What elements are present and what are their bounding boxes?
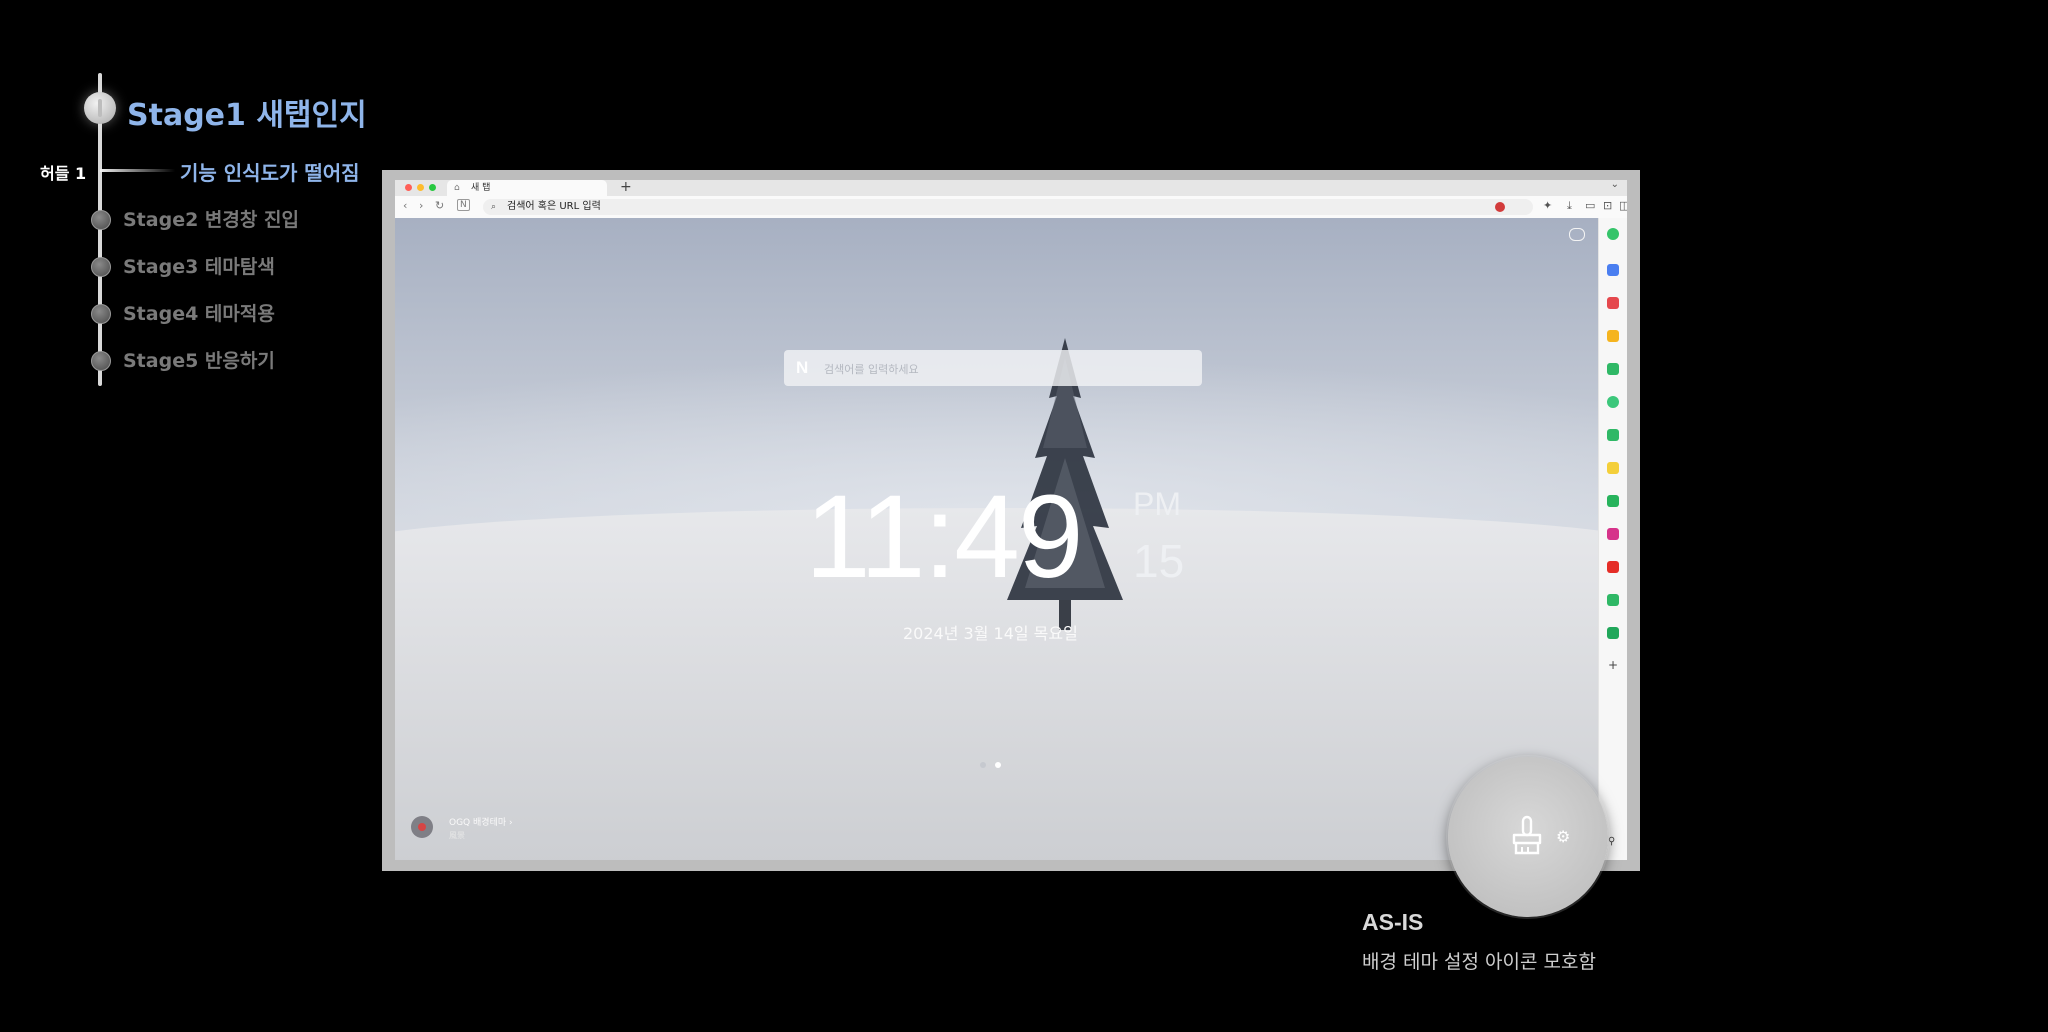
clock-ampm: PM: [1133, 486, 1181, 522]
stage2-marker-icon: [91, 210, 111, 230]
maximize-window-icon[interactable]: [429, 184, 436, 191]
translate-icon[interactable]: [1607, 363, 1619, 375]
stage2-label: Stage2 변경창 진입: [123, 209, 299, 231]
asis-description: 배경 테마 설정 아이콘 모호함: [1362, 951, 1596, 973]
green-circle-icon[interactable]: [1607, 228, 1619, 240]
sidebar: + ⚲: [1598, 218, 1627, 860]
youtube-icon[interactable]: [1607, 561, 1619, 573]
page-dot[interactable]: [980, 762, 986, 768]
play-circle-icon[interactable]: [1607, 396, 1619, 408]
address-placeholder: 검색어 혹은 URL 입력: [507, 201, 601, 212]
page-indicator: [980, 753, 1005, 772]
game-icon[interactable]: [1607, 594, 1619, 606]
page-dot-active[interactable]: [995, 762, 1002, 768]
whale-icon[interactable]: [1607, 627, 1619, 639]
theme-credit-subtitle: 風景: [449, 831, 465, 840]
theme-settings-magnifier: ⚙: [1448, 757, 1608, 917]
stage4-marker-icon: [91, 304, 111, 324]
hurdle-description: 기능 인식도가 떨어짐: [180, 161, 360, 185]
star-icon[interactable]: [1607, 330, 1619, 342]
stage5-marker-icon: [91, 351, 111, 371]
translate-toolbar-icon[interactable]: ✦: [1543, 199, 1552, 212]
forward-icon[interactable]: ›: [419, 199, 423, 212]
blue-app-icon[interactable]: [1607, 264, 1619, 276]
naver-logo-icon: N: [796, 358, 809, 377]
stage4-label: Stage4 테마적용: [123, 303, 275, 325]
new-tab-page-icon: ⌂: [454, 183, 460, 193]
browser-window: ⌂ 새 탭 + ⌄ ‹ › ↻ N ⌕ 검색어 혹은 URL 입력 ✦ ⤓ ▭ …: [395, 180, 1627, 860]
theme-credit-title[interactable]: OGQ 배경테마 ›: [449, 815, 513, 828]
extension-icon[interactable]: [1495, 202, 1505, 212]
address-bar[interactable]: ⌕ 검색어 혹은 URL 입력: [483, 199, 1533, 215]
gear-icon[interactable]: ⚙: [1556, 827, 1570, 846]
theme-author-avatar[interactable]: [411, 816, 433, 838]
theme-brush-icon[interactable]: [1510, 815, 1544, 857]
download-icon[interactable]: ⤓: [1567, 199, 1572, 213]
add-sidebar-item-icon[interactable]: +: [1608, 658, 1618, 672]
clock-date: 2024년 3월 14일 목요일: [903, 624, 1078, 643]
naver-home-icon[interactable]: N: [457, 199, 470, 211]
stage1-title: Stage1 새탭인지: [127, 98, 367, 133]
asis-title: AS-IS: [1362, 909, 1424, 935]
tab-list-chevron-icon[interactable]: ⌄: [1611, 180, 1619, 190]
hurdle-label: 허들 1: [40, 164, 87, 183]
tab-new-tab[interactable]: ⌂ 새 탭: [447, 180, 607, 196]
play-store-icon[interactable]: [1607, 495, 1619, 507]
pin-icon[interactable]: ⚲: [1608, 836, 1615, 847]
stage3-label: Stage3 테마탐색: [123, 256, 275, 278]
toolbar: ‹ › ↻ N ⌕ 검색어 혹은 URL 입력 ✦ ⤓ ▭ ⊡ ◫: [395, 196, 1627, 219]
search-icon: ⌕: [491, 202, 497, 212]
tab-title: 새 탭: [471, 183, 491, 193]
calendar-icon[interactable]: [1607, 429, 1619, 441]
stage3-marker-icon: [91, 257, 111, 277]
tab-icon[interactable]: ▭: [1585, 199, 1595, 212]
clock-time: 11:49: [805, 471, 1084, 603]
note-icon[interactable]: [1607, 462, 1619, 474]
new-tab-page: N 검색어를 입력하세요 11:49 PM 15 2024년 3월 14일 목요…: [395, 218, 1627, 860]
pocket-icon[interactable]: [1607, 297, 1619, 309]
instagram-icon[interactable]: [1607, 528, 1619, 540]
search-box[interactable]: N 검색어를 입력하세요: [784, 350, 1202, 386]
minimize-window-icon[interactable]: [417, 184, 424, 191]
split-view-icon[interactable]: ◫: [1619, 199, 1627, 212]
close-window-icon[interactable]: [405, 184, 412, 191]
stage5-label: Stage5 반응하기: [123, 350, 275, 372]
search-placeholder: 검색어를 입력하세요: [824, 363, 919, 376]
chat-icon[interactable]: [1569, 228, 1585, 241]
back-icon[interactable]: ‹: [403, 199, 407, 212]
browser-screenshot: ⌂ 새 탭 + ⌄ ‹ › ↻ N ⌕ 검색어 혹은 URL 입력 ✦ ⤓ ▭ …: [382, 170, 1640, 871]
reload-icon[interactable]: ↻: [435, 199, 444, 212]
tab-bar: ⌂ 새 탭 + ⌄: [395, 180, 1627, 196]
hurdle-connector: [100, 169, 175, 172]
stage1-marker-icon: [84, 92, 116, 124]
clock-seconds: 15: [1133, 535, 1185, 587]
capture-icon[interactable]: ⊡: [1603, 199, 1612, 212]
new-tab-button[interactable]: +: [620, 180, 632, 195]
